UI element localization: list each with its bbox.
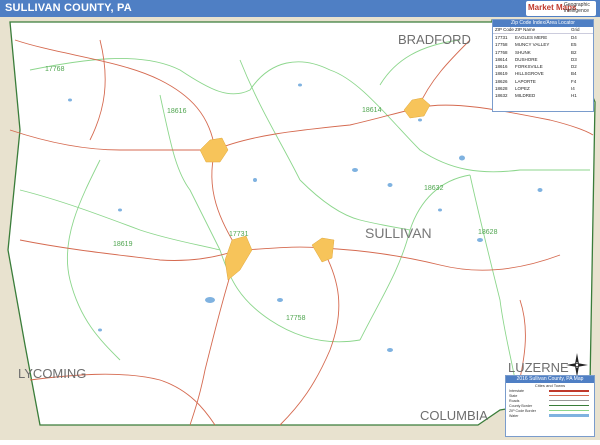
zip-grid-cell: B2 bbox=[571, 49, 577, 55]
legend-item-label: ZIP Code Border bbox=[509, 408, 536, 413]
neighbor-label-bradford: BRADFORD bbox=[398, 32, 471, 47]
legend-swatch bbox=[549, 405, 589, 406]
zip-name-cell: MUNCY VALLEY bbox=[515, 42, 550, 48]
zip-label: 18619 bbox=[113, 241, 133, 248]
table-row: 17768 SHUNK B2 bbox=[493, 49, 593, 56]
zip-name-cell: FORKSVILLE bbox=[515, 64, 543, 70]
table-row: 17731 EAGLES MERE D4 bbox=[493, 34, 593, 41]
legend-item-label: Interstate bbox=[509, 388, 524, 393]
zip-name-cell: MILDRED bbox=[515, 93, 536, 99]
zip-name-cell: DUSHORE bbox=[515, 56, 538, 62]
zip-name-cell: EAGLES MERE bbox=[515, 35, 548, 40]
table-row: 17758 MUNCY VALLEY E5 bbox=[493, 41, 593, 48]
zip-grid-cell: D2 bbox=[571, 64, 577, 70]
legend-swatch bbox=[549, 389, 589, 392]
zip-code-cell: 17731 bbox=[495, 35, 508, 40]
legend-item-label: Water bbox=[509, 413, 519, 418]
legend-item-label: Roads bbox=[509, 398, 520, 403]
map-legend: 2016 Sullivan County, PA Map Cities and … bbox=[505, 375, 595, 437]
legend-item-label: State bbox=[509, 393, 518, 398]
zip-name-cell: LOPEZ bbox=[515, 86, 530, 92]
table-row: 18614 DUSHORE D3 bbox=[493, 56, 593, 63]
county-label: SULLIVAN bbox=[365, 225, 432, 241]
zip-code-cell: 18626 bbox=[495, 78, 508, 84]
zip-grid-cell: E5 bbox=[571, 42, 577, 48]
zip-index-title: Zip Code Index/Area Locator bbox=[493, 20, 593, 27]
zip-name-cell: HILLSGROVE bbox=[515, 71, 544, 77]
zip-label: 18632 bbox=[424, 185, 444, 192]
zip-code-cell: 17758 bbox=[495, 42, 508, 48]
zip-code-cell: 18619 bbox=[495, 71, 508, 77]
legend-swatch bbox=[549, 414, 589, 417]
table-row: 18619 HILLSGROVE B4 bbox=[493, 70, 593, 77]
zip-label: 18628 bbox=[478, 229, 498, 236]
zip-name-cell: LAPORTE bbox=[515, 78, 536, 84]
zip-label: 18616 bbox=[167, 108, 187, 115]
zip-header-name: ZIP Name bbox=[515, 27, 536, 32]
legend-swatch bbox=[549, 410, 589, 411]
zip-label: 17758 bbox=[286, 315, 306, 322]
table-row: 18632 MILDRED H1 bbox=[493, 92, 593, 99]
zip-grid-cell: I4 bbox=[571, 86, 575, 92]
neighbor-label-columbia: COLUMBIA bbox=[420, 408, 488, 423]
zip-header-grid: Grid bbox=[571, 27, 580, 32]
zip-grid-cell: D3 bbox=[571, 56, 577, 62]
zip-grid-cell: H1 bbox=[571, 93, 577, 99]
legend-item: Water bbox=[506, 413, 594, 418]
zip-index-header: ZIP Code ZIP Name Grid bbox=[493, 27, 593, 34]
zip-grid-cell: D4 bbox=[571, 35, 577, 40]
zip-index-table: Zip Code Index/Area Locator ZIP Code ZIP… bbox=[492, 19, 594, 112]
table-row: 18628 LOPEZ I4 bbox=[493, 85, 593, 92]
legend-item-label: County Border bbox=[509, 403, 533, 408]
zip-code-cell: 18614 bbox=[495, 56, 508, 62]
table-row: 18616 FORKSVILLE D2 bbox=[493, 63, 593, 70]
neighbor-label-luzerne: LUZERNE bbox=[508, 360, 569, 375]
zip-label: 18614 bbox=[362, 107, 382, 114]
title-bar: SULLIVAN COUNTY, PA Market Maps Geograph… bbox=[0, 0, 600, 17]
brand-tagline: Geographic intelligence bbox=[564, 2, 590, 14]
legend-title: 2016 Sullivan County, PA Map bbox=[506, 376, 594, 383]
legend-swatch bbox=[549, 395, 589, 396]
zip-label: 17731 bbox=[229, 231, 249, 238]
zip-code-cell: 17768 bbox=[495, 49, 508, 55]
zip-grid-cell: B4 bbox=[571, 71, 577, 77]
legend-swatch bbox=[549, 400, 589, 401]
zip-grid-cell: F4 bbox=[571, 78, 577, 84]
neighbor-label-lycoming: LYCOMING bbox=[18, 366, 86, 381]
brand-logo: Market Maps Geographic intelligence bbox=[526, 1, 596, 16]
zip-name-cell: SHUNK bbox=[515, 49, 531, 55]
zip-label: 17768 bbox=[45, 66, 65, 73]
zip-code-cell: 18628 bbox=[495, 86, 508, 92]
zip-code-cell: 18616 bbox=[495, 64, 508, 70]
map-title: SULLIVAN COUNTY, PA bbox=[5, 2, 132, 14]
zip-code-cell: 18632 bbox=[495, 93, 508, 99]
zip-header-code: ZIP Code bbox=[495, 27, 514, 32]
table-row: 18626 LAPORTE F4 bbox=[493, 78, 593, 85]
